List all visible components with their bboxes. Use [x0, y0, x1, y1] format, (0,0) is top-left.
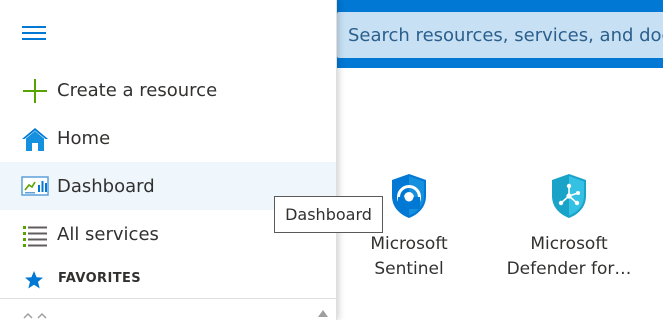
- menu-item-label: Create a resource: [57, 79, 218, 101]
- plus-icon: [23, 79, 47, 103]
- scroll-up-arrow-icon[interactable]: [314, 308, 332, 320]
- dashboard-tooltip: Dashboard: [274, 196, 383, 233]
- star-icon: [25, 271, 43, 289]
- tile-label: Microsoft Sentinel: [370, 234, 448, 279]
- favorites-header: FAVORITES: [0, 262, 336, 299]
- menu-item-label: Dashboard: [57, 175, 155, 197]
- global-search-box[interactable]: [337, 12, 663, 58]
- search-input[interactable]: [348, 24, 663, 46]
- favorites-label: FAVORITES: [58, 271, 142, 286]
- list-icon: [23, 226, 47, 247]
- menu-item-label: All services: [57, 223, 159, 245]
- home-icon: [22, 128, 48, 151]
- dashboard-icon: [21, 176, 49, 196]
- menu-item-home[interactable]: Home: [0, 114, 336, 162]
- sentinel-icon: [392, 174, 426, 218]
- menu-item-create-resource[interactable]: Create a resource: [0, 66, 336, 114]
- menu-item-label: Home: [57, 127, 111, 149]
- tile-microsoft-defender[interactable]: Microsoft Defender for…: [499, 172, 639, 282]
- partial-menu-icon: [23, 312, 47, 319]
- hamburger-icon[interactable]: [22, 26, 46, 44]
- tile-label: Microsoft Defender for…: [506, 234, 632, 279]
- defender-icon: [552, 174, 586, 218]
- portal-menu: Create a resource Home Dashboard All ser…: [0, 0, 337, 320]
